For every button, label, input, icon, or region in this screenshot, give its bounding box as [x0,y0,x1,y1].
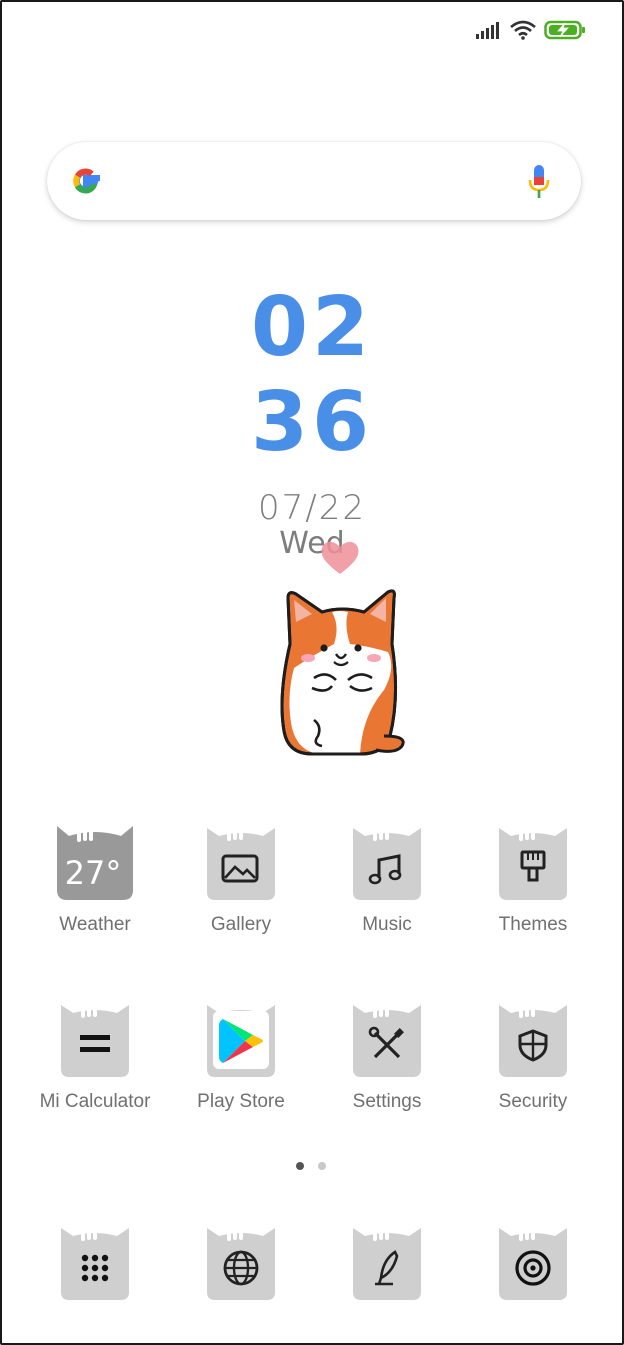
wrench-screwdriver-icon [353,1005,421,1077]
google-search-bar[interactable] [47,142,581,220]
home-screen: 02 36 07/22 Wed 27° Weather Gallery Musi… [0,0,624,1345]
heart-icon [321,541,359,574]
dock-app-drawer[interactable] [22,1220,168,1304]
google-g-icon [73,168,100,194]
wifi-icon [510,20,536,40]
battery-charging-icon [544,20,585,40]
app-music[interactable]: Music [314,820,460,936]
page-dot[interactable] [318,1162,326,1170]
page-indicator[interactable] [296,1162,326,1170]
equals-icon [61,1005,129,1077]
app-settings[interactable]: Settings [314,997,460,1113]
shield-icon [499,1005,567,1077]
play-store-icon [207,1005,275,1077]
app-mi-calculator[interactable]: Mi Calculator [22,997,168,1113]
page-dot-active[interactable] [296,1162,304,1170]
camera-icon [499,1228,567,1300]
music-note-icon [353,828,421,900]
app-label: Themes [498,914,568,935]
clock-minutes[interactable]: 36 [2,382,622,464]
weather-icon: 27° [57,826,133,900]
clock-day: Wed [279,526,345,561]
dock-notes[interactable] [314,1220,460,1304]
app-weather[interactable]: 27° Weather [22,820,168,936]
app-themes[interactable]: Themes [460,820,606,936]
app-label: Mi Calculator [39,1091,151,1112]
feather-pen-icon [353,1228,421,1300]
status-bar [476,18,586,42]
app-gallery[interactable]: Gallery [168,820,314,936]
clock-date: 07/22 [258,488,366,528]
app-drawer-icon [61,1228,129,1300]
image-icon [207,828,275,900]
microphone-icon[interactable] [527,164,551,200]
app-label: Gallery [210,914,272,935]
dock-browser[interactable] [168,1220,314,1304]
cat-illustration [280,589,405,756]
app-play-store[interactable]: Play Store [168,997,314,1113]
app-label: Weather [59,914,131,935]
paintbrush-icon [499,828,567,900]
app-security[interactable]: Security [460,997,606,1113]
app-label: Settings [352,1091,422,1112]
dock-camera[interactable] [460,1220,606,1304]
clock-hours[interactable]: 02 [2,287,622,369]
globe-icon [207,1228,275,1300]
app-label: Play Store [197,1091,285,1112]
app-label: Security [498,1091,568,1112]
app-label: Music [362,914,412,935]
weather-temp: 27° [65,854,122,892]
signal-icon [476,22,499,39]
